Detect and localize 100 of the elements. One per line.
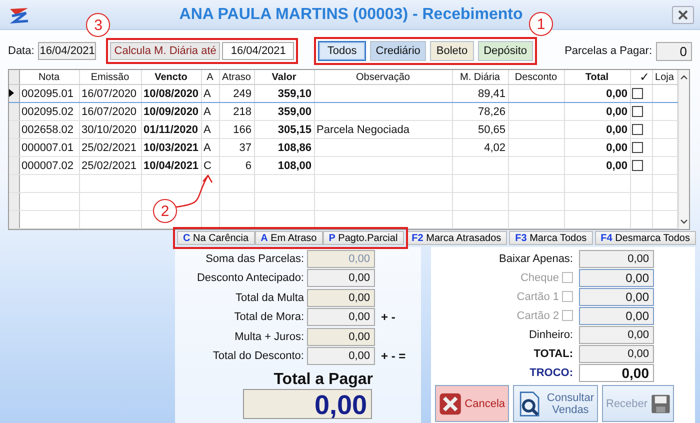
table-cell: 002658.02 <box>19 120 79 138</box>
summary-field: 0,00 <box>307 250 375 268</box>
legend-button[interactable]: P Pagto.Parcial <box>322 231 404 245</box>
payment-label: Baixar Apenas: <box>499 252 573 264</box>
table-cell: A <box>201 102 219 120</box>
payment-label: Cartão 2 <box>516 310 559 322</box>
table-cell: 000007.02 <box>19 156 79 174</box>
payment-label: Dinheiro: <box>528 328 573 340</box>
installments-count-field: 0 <box>656 42 692 61</box>
table-cell: 166 <box>219 120 254 138</box>
callout-number: 3 <box>86 13 110 38</box>
row-pointer-icon <box>9 88 14 96</box>
close-button[interactable] <box>672 6 694 24</box>
table-cell: 249 <box>219 84 254 102</box>
table-cell: Parcela Negociada <box>314 120 452 138</box>
table-cell: 16/07/2020 <box>79 102 141 120</box>
table-cell: 01/11/2020 <box>141 120 201 138</box>
date-field[interactable]: 16/04/2021 <box>38 42 96 60</box>
table-cell: A <box>201 120 219 138</box>
column-header: A <box>201 70 219 84</box>
table-cell: 359,00 <box>254 102 314 120</box>
column-header: Vencto <box>141 70 201 84</box>
table-cell: 359,10 <box>254 84 314 102</box>
table-cell: C <box>201 156 219 174</box>
row-checkbox[interactable] <box>632 124 642 136</box>
table-cell: 16/07/2020 <box>79 84 141 102</box>
table-cell: 10/08/2020 <box>141 84 201 102</box>
scroll-up-icon <box>680 74 688 80</box>
table-cell: 0,00 <box>564 156 630 174</box>
legend-button[interactable]: A Em Atraso <box>254 231 323 245</box>
payment-label: Cheque <box>520 272 559 284</box>
filter-button[interactable]: Todos <box>318 41 366 62</box>
summary-label: Soma das Parcelas: <box>204 252 305 265</box>
summary-field[interactable]: 0,00 <box>307 269 375 288</box>
table-cell: A <box>201 84 219 102</box>
calculate-button[interactable]: Calcula M. Diária até <box>110 42 220 60</box>
column-header: Emissão <box>79 70 141 84</box>
row-checkbox[interactable] <box>632 106 642 118</box>
payment-field[interactable]: 0,00 <box>579 250 654 268</box>
table-cell: 0,00 <box>564 102 630 120</box>
scrollbar[interactable] <box>678 70 689 229</box>
installments-label: Parcelas a Pagar: <box>564 45 652 58</box>
table-cell: 10/09/2020 <box>141 102 201 120</box>
table-cell: 10/03/2021 <box>141 138 201 156</box>
column-header: Atraso <box>219 70 254 84</box>
filter-button[interactable]: Depósito <box>478 41 534 62</box>
summary-label: Total do Desconto: <box>212 350 305 362</box>
table-cell: 25/02/2021 <box>79 156 141 174</box>
table-cell: 305,15 <box>254 120 314 138</box>
summary-field: 0,00 <box>307 288 375 307</box>
payment-label: TOTAL: <box>534 348 573 360</box>
row-checkbox[interactable] <box>632 142 642 154</box>
shortcut-button[interactable]: F2 Marca Atrasados <box>406 231 508 245</box>
column-header: Nota <box>19 70 79 84</box>
table-cell: 10/04/2021 <box>141 156 201 174</box>
window-title: ANA PAULA MARTINS (00003) - Recebimento <box>179 6 523 24</box>
table-cell: 4,02 <box>452 138 508 156</box>
table-cell: 000007.01 <box>19 138 79 156</box>
column-header: Loja <box>652 70 677 84</box>
filter-button[interactable]: Boleto <box>430 41 474 62</box>
search-button[interactable]: Consultar Vendas <box>513 385 598 422</box>
close-icon <box>678 10 688 20</box>
column-header: Total <box>564 70 630 84</box>
payment-field[interactable]: 0,00 <box>579 326 654 344</box>
row-checkbox[interactable] <box>632 88 642 100</box>
cancel-button[interactable]: Cancela <box>435 385 509 422</box>
shortcut-button[interactable]: F4 Desmarca Todos <box>594 231 696 245</box>
column-header: Observação <box>314 70 452 84</box>
table-cell: 108,86 <box>254 138 314 156</box>
table-cell: 89,41 <box>452 84 508 102</box>
summary-field: 0,00 <box>307 328 375 346</box>
legend-button[interactable]: C Na Carência <box>177 231 255 245</box>
calculate-date-field[interactable]: 16/04/2021 <box>222 42 294 60</box>
column-header: Valor <box>254 70 314 84</box>
summary-field[interactable]: 0,00 <box>307 308 375 326</box>
shortcut-button[interactable]: F3 Marca Todos <box>509 231 593 245</box>
table-cell: 30/10/2020 <box>79 120 141 138</box>
filter-button[interactable]: Crediário <box>370 41 426 62</box>
table-cell: 6 <box>219 156 254 174</box>
operator-label: + - <box>380 310 396 324</box>
table-cell: 78,26 <box>452 102 508 120</box>
payment-field[interactable]: 0,00 <box>579 364 654 382</box>
table-cell: 218 <box>219 102 254 120</box>
table-cell: 37 <box>219 138 254 156</box>
table-cell: 0,00 <box>564 120 630 138</box>
payment-field[interactable]: 0,00 <box>579 344 654 362</box>
payment-label: Cartão 1 <box>516 290 559 302</box>
table-cell: A <box>201 138 219 156</box>
summary-field[interactable]: 0,00 <box>307 347 375 366</box>
callout-arrow <box>176 174 213 208</box>
column-header: ✓ <box>630 70 652 84</box>
summary-label: Desconto Antecipado: <box>196 272 305 284</box>
summary-label: Multa + Juros: <box>234 330 305 343</box>
row-checkbox[interactable] <box>632 160 642 172</box>
total-due-label: Total a Pagar <box>272 371 373 389</box>
column-header: Desconto <box>508 70 564 84</box>
table-cell: 0,00 <box>564 84 630 102</box>
table-cell: 0,00 <box>564 138 630 156</box>
summary-label: Total da Multa <box>234 292 305 304</box>
operator-label: + - = <box>380 349 406 364</box>
